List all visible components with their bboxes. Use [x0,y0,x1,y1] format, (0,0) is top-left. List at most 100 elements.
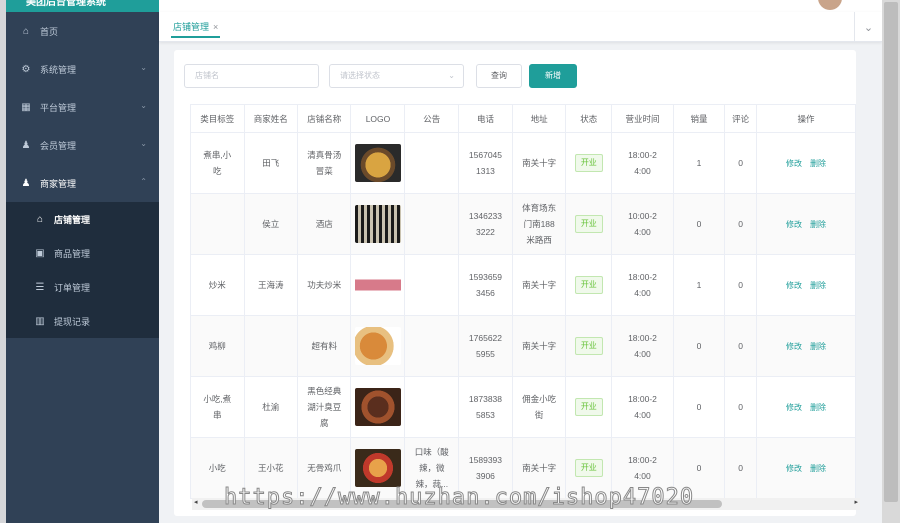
sidebar-item-platform[interactable]: ▦ 平台管理 ⌄ [6,88,159,126]
shop-cell: 黑色经典 湖汁臭豆 腐 [296,376,352,438]
edit-button[interactable]: 修改 [786,464,802,473]
shop-logo-image [354,388,401,426]
vertical-scrollbar[interactable] [882,0,900,523]
grid-icon: ▦ [21,101,31,113]
edit-button[interactable]: 修改 [786,220,802,229]
hours-cell: 18:00-2 4:00 [611,132,674,194]
tab-bar: 店铺管理 × ⌄ [159,12,882,42]
chevron-up-icon: ⌃ [140,177,147,186]
owner-cell: 侯立 [243,193,299,255]
tag-cell: 小吃,煮 串 [190,376,245,438]
notice-cell [404,315,460,377]
table-body: 煮串,小 吃田飞 清真骨汤 冒菜 1567045 1313 南关十字 开业 18:00-2… [190,132,857,499]
status-select-placeholder: 请选择状态 [340,71,380,80]
edit-button[interactable]: 修改 [786,281,802,290]
table-row[interactable]: 炒米 王海涛 功夫炒米 1593659 3456 南关十字 开业 18:00-2 4:00 1… [190,254,857,316]
status-select[interactable]: 请选择状态 ⌄ [329,64,464,88]
column-header: 评论 [724,104,757,133]
delete-button[interactable]: 删除 [810,464,826,473]
address-cell: 南关十字 [511,315,567,377]
table-row[interactable]: 小吃,煮 串杜渝 黑色经典 湖汁臭豆 腐 1873838 5853 佣金小吃 街开业 1… [190,376,857,438]
sidebar-item-shops[interactable]: ⌂ 店铺管理 [6,202,159,236]
add-button[interactable]: 新增 [529,64,577,88]
phone-cell: 1593659 3456 [458,254,513,316]
shop-cell: 清真骨汤 冒菜 [296,132,352,194]
avatar[interactable] [818,0,842,10]
status-cell: 开业 [565,193,613,255]
hours-cell: 18:00-2 4:00 [611,376,674,438]
sidebar-item-label: 商品管理 [54,248,91,259]
actions-cell: 修改 删除 [755,437,857,499]
column-header: 商家姓名 [243,104,299,133]
table-row[interactable]: 煮串,小 吃田飞 清真骨汤 冒菜 1567045 1313 南关十字 开业 18:00-2… [190,132,857,194]
sidebar-item-label: 系统管理 [40,64,77,75]
logo-cell [350,315,406,377]
column-header: LOGO [350,104,406,133]
status-cell: 开业 [565,254,613,316]
address-cell: 南关十字 [511,132,567,194]
delete-button[interactable]: 删除 [810,220,826,229]
gear-icon: ⚙ [21,63,31,75]
shop-logo-image [354,449,401,487]
content-card: 店铺名 请选择状态 ⌄ 查询 新增 类目标签 商家姓名 店铺名称 LOGO 公告 电话 地址状… [174,50,860,516]
sales-cell: 1 [672,132,726,194]
delete-button[interactable]: 删除 [810,159,826,168]
phone-cell: 1567045 1313 [458,132,513,194]
edit-button[interactable]: 修改 [786,342,802,351]
delete-button[interactable]: 删除 [810,281,826,290]
sidebar-item-orders[interactable]: ☰ 订单管理 [6,270,159,304]
reviews-cell: 0 [724,376,757,438]
table-row[interactable]: 鸡柳 超有料 1765622 5955 南关十字 开业 18:00-2 4:00 0 0 修改删… [190,315,857,377]
logo-cell [350,132,406,194]
sidebar-item-goods[interactable]: ▣ 商品管理 [6,236,159,270]
logo-cell [350,193,406,255]
tag-cell: 鸡柳 [190,315,245,377]
scroll-left-icon[interactable]: ◂ [194,498,198,506]
sidebar-item-home[interactable]: ⌂ 首页 [6,12,159,50]
sidebar-item-merchants[interactable]: ♟ 商家管理 ⌃ [6,164,159,202]
delete-button[interactable]: 删除 [810,342,826,351]
sidebar-item-withdrawals[interactable]: ▥ 提现记录 [6,304,159,338]
address-cell: 体育场东 门南188 米路西 [511,193,567,255]
app-logo: 美团后台管理系统 [6,0,159,12]
app-frame: 美团后台管理系统 ⌂ 首页 ⚙ 系统管理 ⌄ ▦ 平台管理 ⌄ ♟ 会员管理 ⌄ ♟ 商家管理 ⌃… [6,0,882,523]
reviews-cell: 0 [724,254,757,316]
status-badge: 开业 [574,398,603,416]
sidebar-item-members[interactable]: ♟ 会员管理 ⌄ [6,126,159,164]
shop-table: 类目标签 商家姓名 店铺名称 LOGO 公告 电话 地址 状态 营业时间 销量 评论 操作 煮串,小 … [190,104,857,499]
hours-cell: 10:00-2 4:00 [611,193,674,255]
close-icon[interactable]: × [213,22,218,32]
address-cell: 南关十字 [511,254,567,316]
column-header: 类目标签 [190,104,245,133]
user-icon: ♟ [21,177,31,189]
owner-cell: 杜渝 [243,376,299,438]
sidebar-item-label: 首页 [40,26,59,37]
notice-cell [404,376,460,438]
edit-button[interactable]: 修改 [786,159,802,168]
chevron-down-icon[interactable]: ⌄ [854,12,882,42]
user-icon: ♟ [21,139,31,151]
chevron-down-icon: ⌄ [448,71,455,80]
scrollbar-thumb[interactable] [884,2,898,502]
column-header: 销量 [672,104,726,133]
scroll-right-icon[interactable]: ▸ [854,498,858,506]
status-badge: 开业 [574,154,603,172]
shop-logo-image [354,266,401,304]
table-row[interactable]: 侯立 酒店 1346233 3222 体育场东 门南188 米路西 开业 10:00-2 … [190,193,857,255]
status-cell: 开业 [565,315,613,377]
query-button[interactable]: 查询 [476,64,522,88]
shop-name-input[interactable]: 店铺名 [184,64,319,88]
column-header: 店铺名称 [296,104,352,133]
tab-shop-management[interactable]: 店铺管理 × [171,18,221,38]
tag-cell: 炒米 [190,254,245,316]
edit-button[interactable]: 修改 [786,403,802,412]
shop-cell: 酒店 [296,193,352,255]
delete-button[interactable]: 删除 [810,403,826,412]
sales-cell: 1 [672,254,726,316]
status-cell: 开业 [565,132,613,194]
sidebar-item-system[interactable]: ⚙ 系统管理 ⌄ [6,50,159,88]
column-header: 状态 [565,104,613,133]
top-bar [159,0,882,12]
notice-cell [404,132,460,194]
image-icon: ▣ [35,247,45,259]
